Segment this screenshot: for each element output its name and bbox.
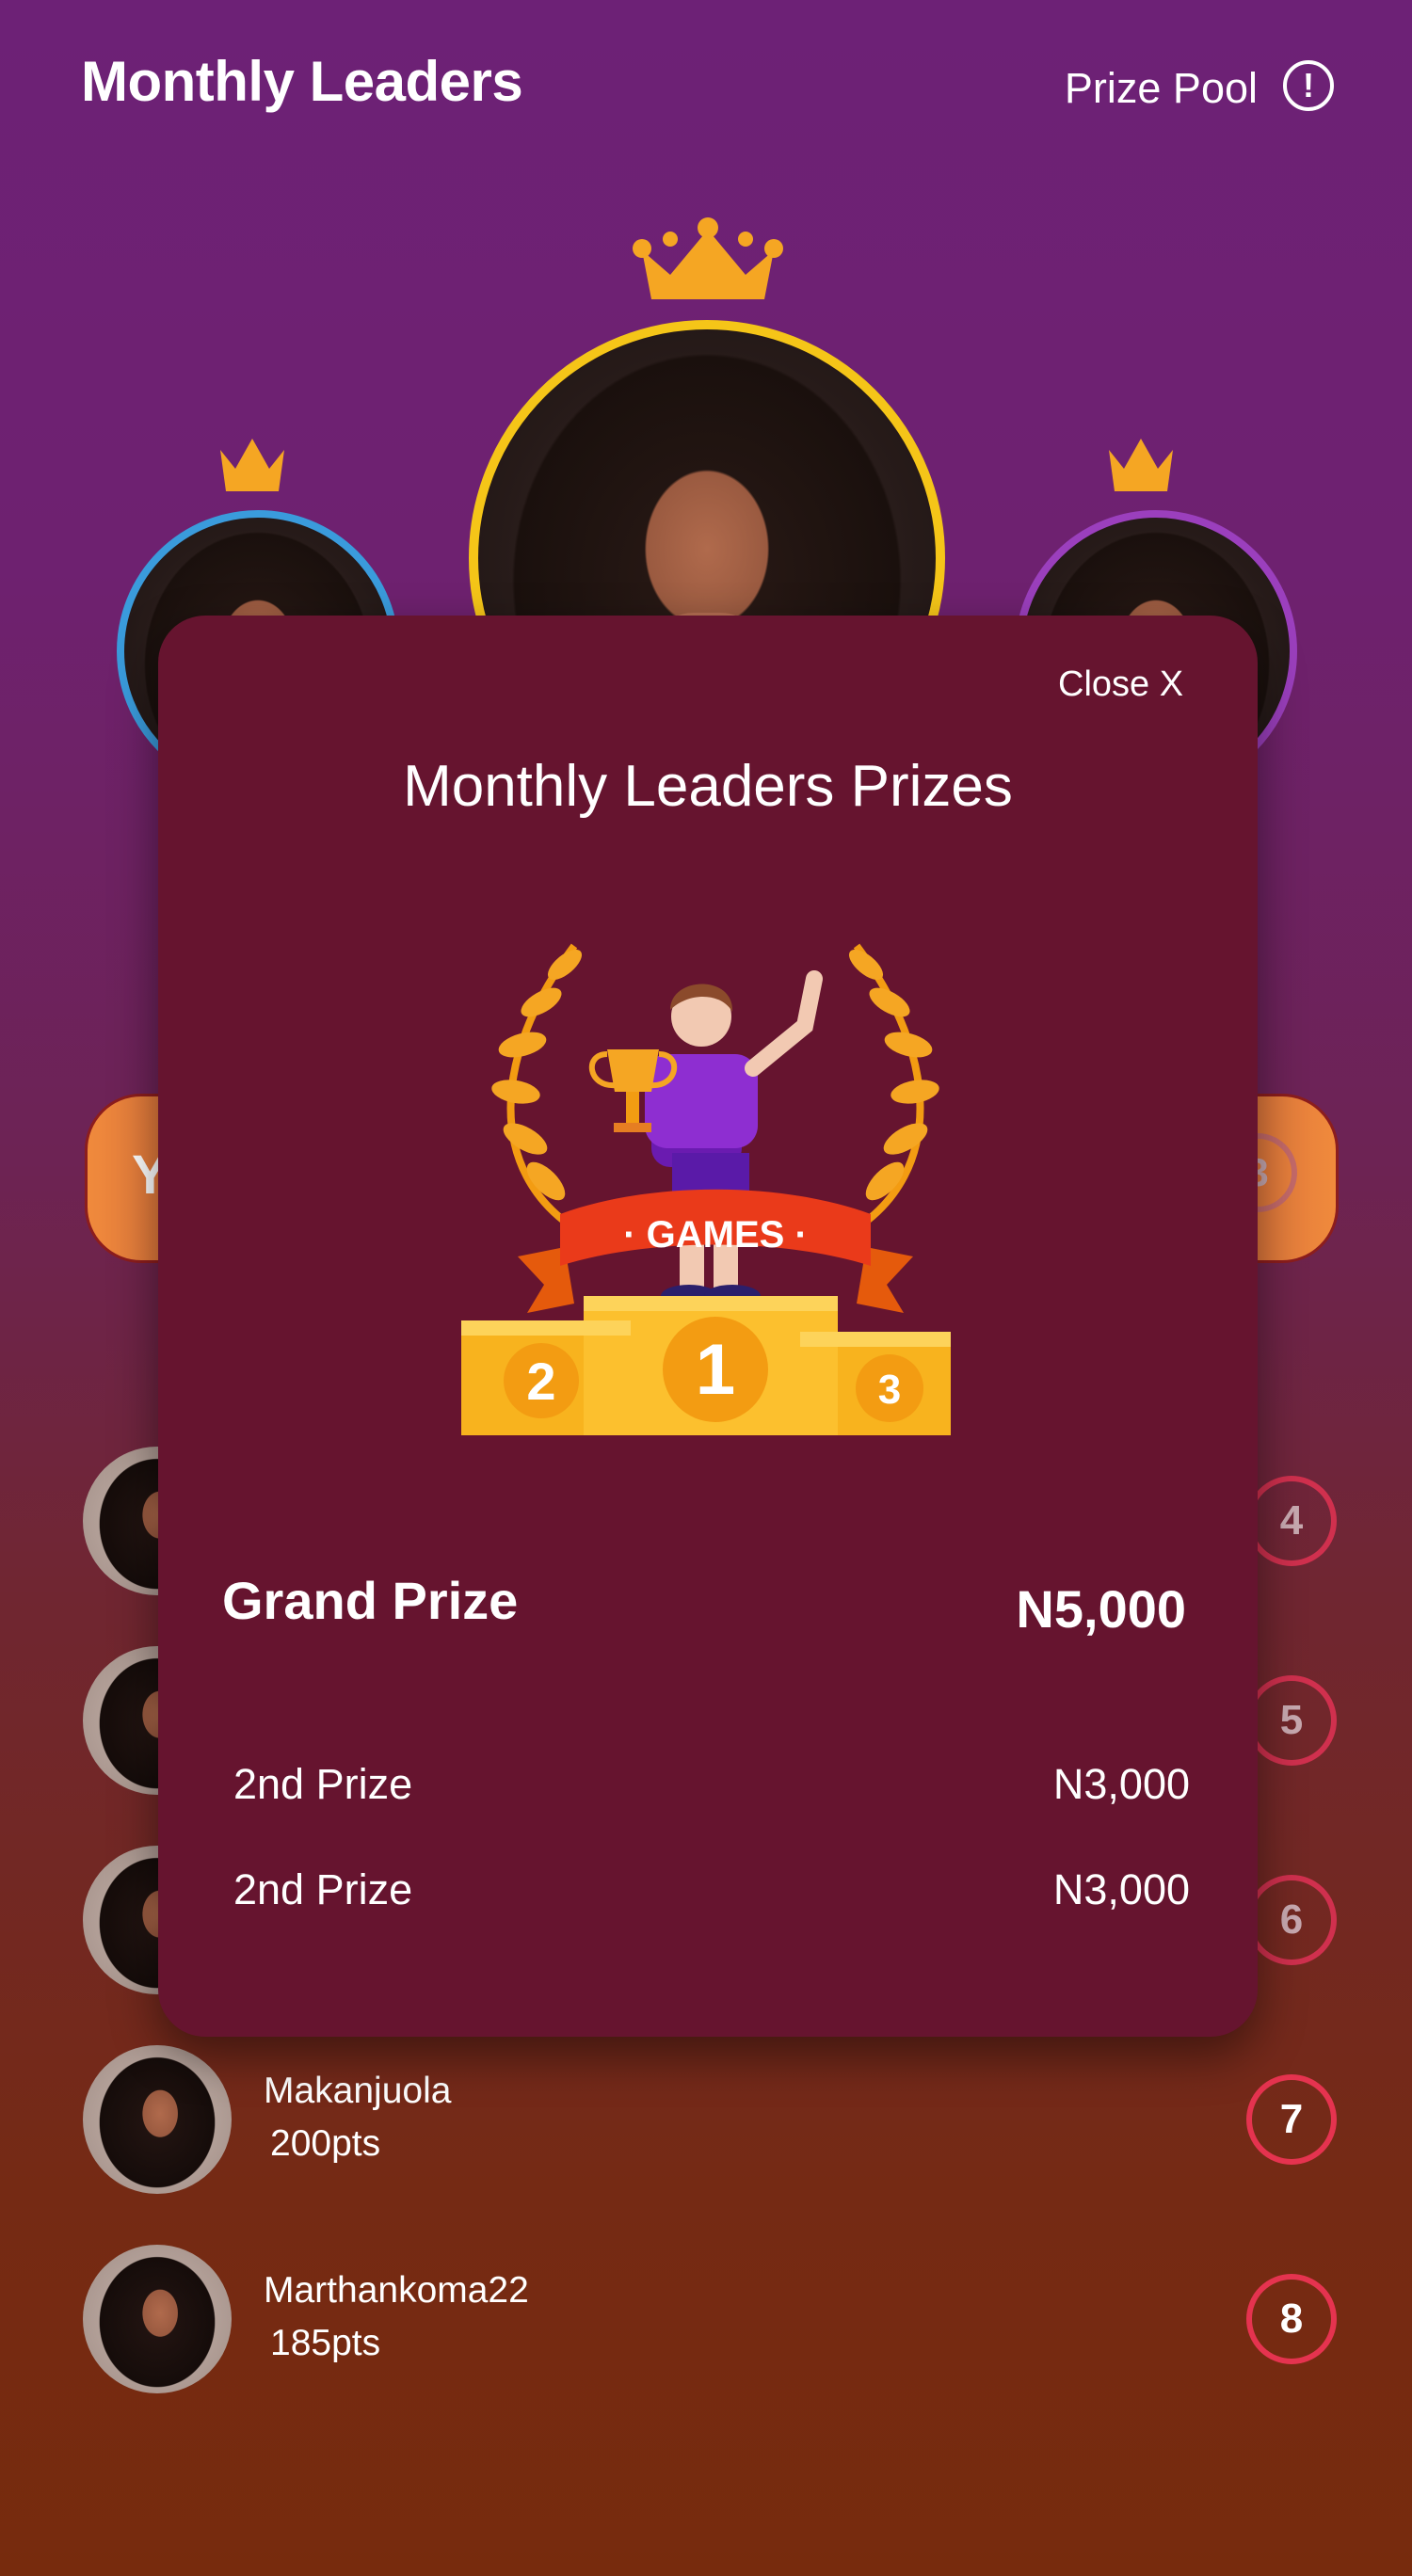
crown-icon [220, 439, 284, 491]
player-points: 200pts [270, 2123, 381, 2164]
prize-value: N3,000 [1052, 1760, 1190, 1808]
avatar [83, 2245, 232, 2393]
close-button[interactable]: Close X [1058, 664, 1183, 705]
player-name: Makanjuola [264, 2071, 452, 2111]
svg-text:2: 2 [526, 1352, 555, 1411]
rank-badge: 5 [1246, 1675, 1337, 1766]
prize-label: 2nd Prize [233, 1760, 413, 1808]
player-points: 185pts [270, 2323, 381, 2363]
prize-value: N3,000 [1052, 1865, 1190, 1913]
banner-text: · GAMES · [623, 1214, 808, 1256]
grand-prize-value: N5,000 [1016, 1579, 1186, 1639]
rank-badge: 8 [1246, 2274, 1337, 2364]
player-name: Marthankoma22 [264, 2270, 529, 2311]
prize-label: 2nd Prize [233, 1865, 413, 1913]
crown-icon [1109, 439, 1173, 491]
prize-pool-link[interactable]: Prize Pool [1065, 64, 1258, 113]
rank-badge: 4 [1246, 1476, 1337, 1566]
trophy-illustration: · GAMES · 2 1 3 [461, 943, 951, 1435]
modal-title: Monthly Leaders Prizes [403, 754, 1013, 819]
avatar [83, 2045, 232, 2194]
page-title: Monthly Leaders [81, 50, 523, 113]
info-icon[interactable]: ! [1283, 60, 1334, 111]
crown-icon [633, 217, 783, 299]
svg-text:1: 1 [696, 1330, 735, 1410]
grand-prize-label: Grand Prize [222, 1571, 519, 1630]
svg-text:3: 3 [878, 1367, 901, 1413]
rank-badge: 7 [1246, 2074, 1337, 2165]
rank-badge: 6 [1246, 1875, 1337, 1965]
